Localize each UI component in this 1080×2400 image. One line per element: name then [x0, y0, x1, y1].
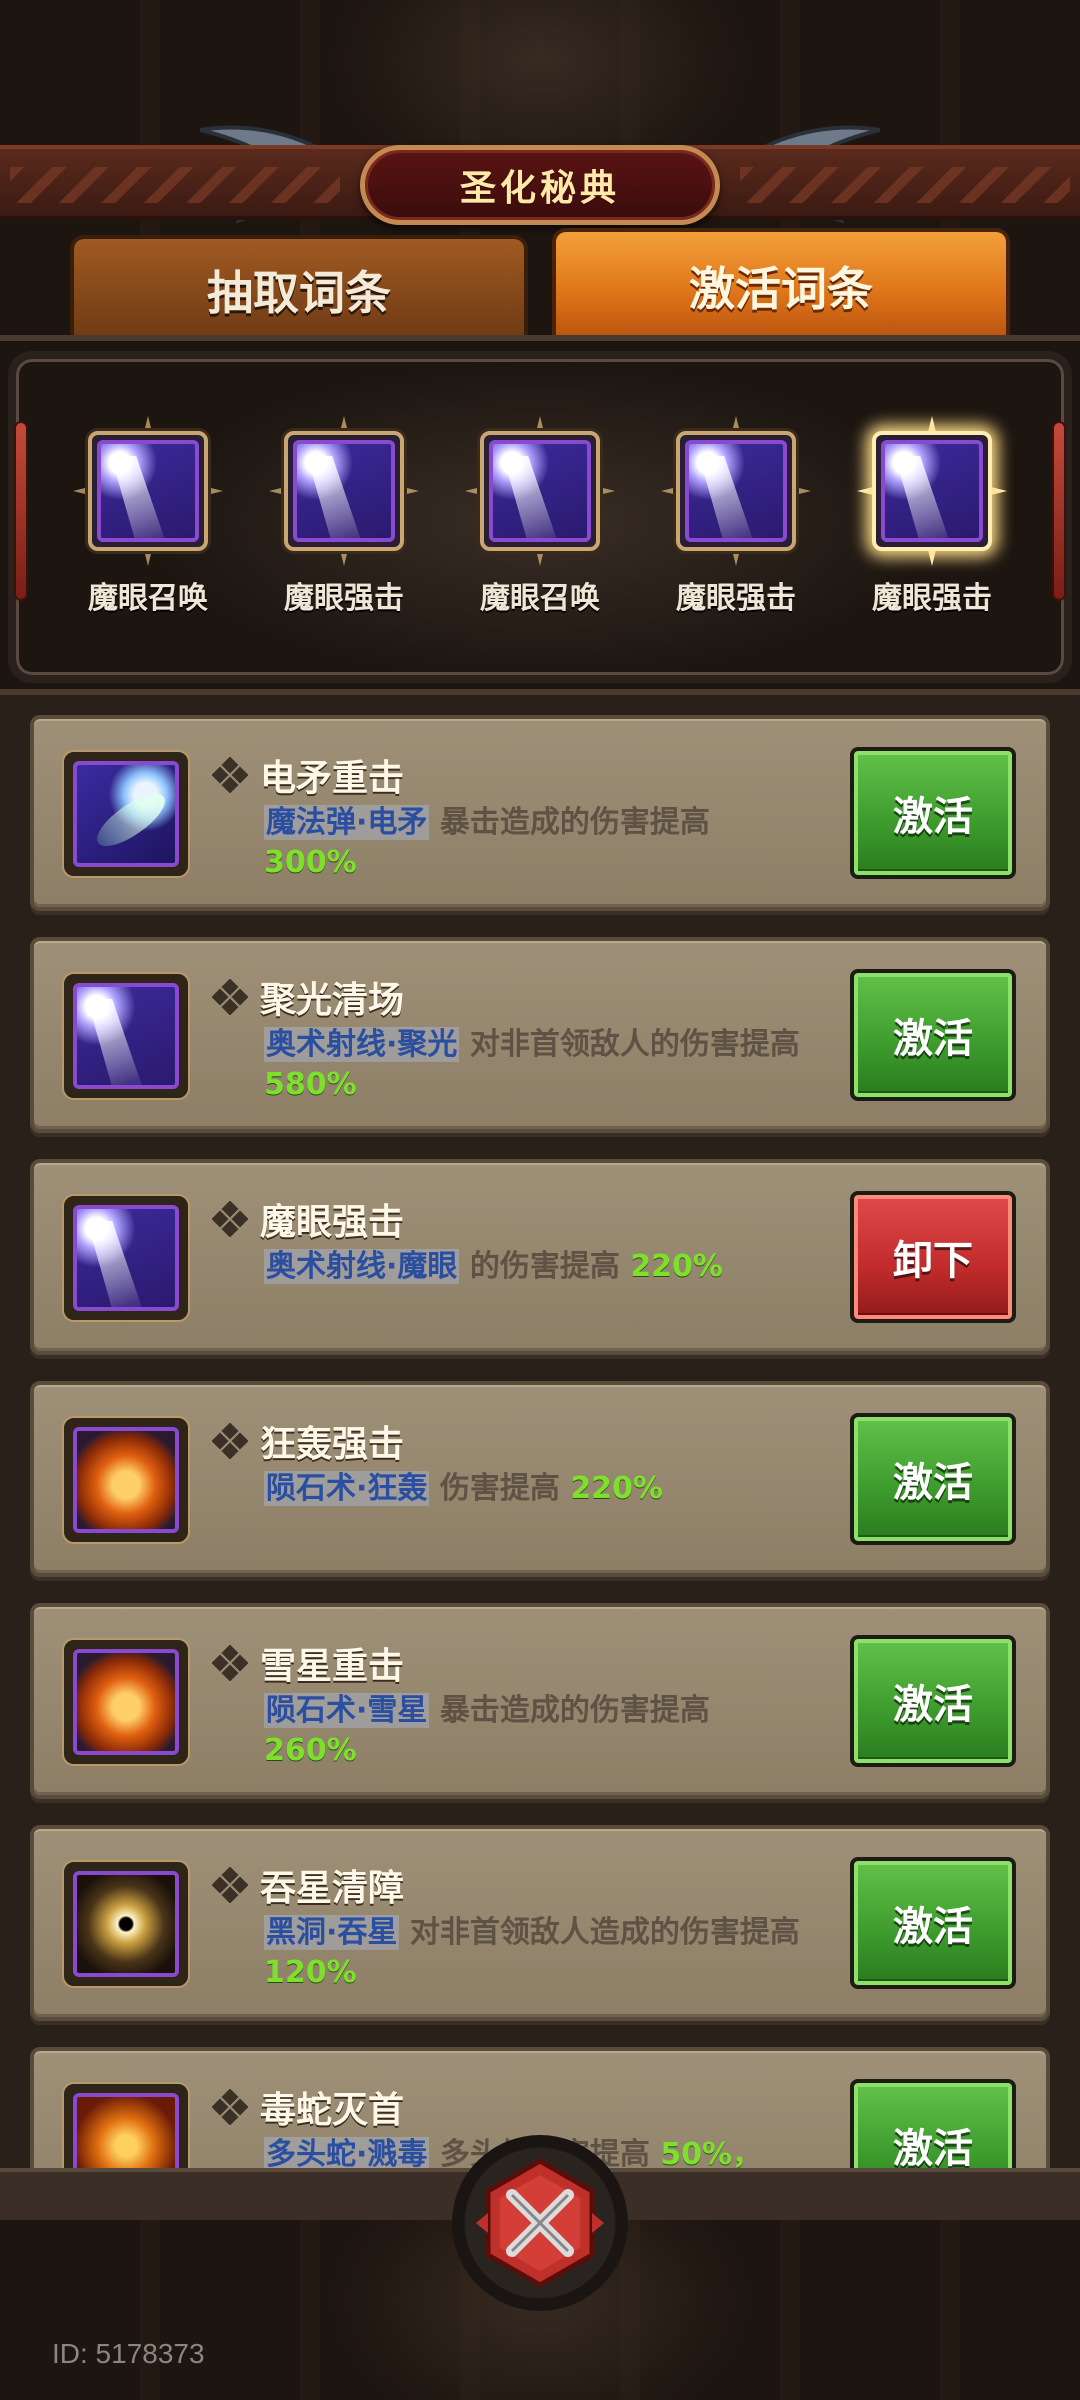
activate-button[interactable]: 激活: [850, 1635, 1016, 1767]
affix-title: 电矛重击: [260, 758, 405, 799]
affix-effect: 对非首领敌人的伤害提高: [469, 1027, 800, 1062]
beam-icon: [293, 440, 395, 542]
affix-value: 300%: [264, 845, 357, 880]
panel-right-ornament: [1052, 421, 1066, 601]
affix-title: 狂轰强击: [260, 1424, 405, 1465]
diamond-bullet-icon: [212, 757, 248, 793]
beam-icon: [881, 440, 983, 542]
slot-label: 魔眼强击: [676, 581, 796, 616]
diamond-bullet-icon: [212, 2089, 248, 2125]
affix-description: 奥术射线·聚光 对非首领敌人的伤害提高 580%: [264, 1025, 844, 1105]
affix-card: 狂轰强击 陨石术·狂轰 伤害提高 220% 激活: [30, 1381, 1050, 1577]
beam-icon: [489, 440, 591, 542]
activate-button[interactable]: 激活: [850, 2079, 1016, 2170]
affix-description: 魔法弹·电矛 暴击造成的伤害提高 300%: [264, 803, 844, 883]
panel-left-ornament: [14, 421, 28, 601]
affix-skill: 多头蛇·溅毒: [264, 2137, 430, 2170]
affix-description: 奥术射线·魔眼 的伤害提高 220%: [264, 1247, 844, 1287]
affix-skill: 奥术射线·聚光: [264, 1027, 460, 1062]
beam-icon: [97, 440, 199, 542]
close-button[interactable]: [452, 2135, 628, 2311]
affix-skill: 奥术射线·魔眼: [264, 1249, 460, 1284]
diamond-bullet-icon: [212, 1423, 248, 1459]
affix-card: 聚光清场 奥术射线·聚光 对非首领敌人的伤害提高 580% 激活: [30, 937, 1050, 1133]
title-plate: 圣化秘典: [360, 145, 720, 225]
diamond-bullet-icon: [212, 1645, 248, 1681]
affix-description: 陨石术·雪星 暴击造成的伤害提高 260%: [264, 1691, 844, 1771]
equipped-slot-3[interactable]: 魔眼召唤: [442, 421, 638, 617]
affix-effect: 对非首领敌人造成的伤害提高: [409, 1915, 800, 1950]
activate-button[interactable]: 激活: [850, 969, 1016, 1101]
slot-label: 魔眼召唤: [88, 581, 208, 616]
tab-activate-affix[interactable]: 激活词条: [552, 228, 1010, 340]
beam-icon: [73, 983, 179, 1089]
affix-skill: 黑洞·吞星: [264, 1915, 400, 1950]
bolt-icon: [73, 761, 179, 867]
affix-effect: 暴击造成的伤害提高: [439, 1693, 710, 1728]
affix-description: 陨石术·狂轰 伤害提高 220%: [264, 1469, 844, 1509]
affix-list[interactable]: 电矛重击 魔法弹·电矛 暴击造成的伤害提高 300% 激活 聚光清场 奥术射线·…: [0, 695, 1080, 2170]
affix-title: 聚光清场: [260, 980, 405, 1021]
affix-description: 黑洞·吞星 对非首领敌人造成的伤害提高 120%: [264, 1913, 844, 1993]
diamond-bullet-icon: [212, 979, 248, 1015]
close-icon: [476, 2158, 604, 2288]
user-id: ID: 5178373: [52, 2338, 205, 2369]
affix-value: 580%: [264, 1067, 357, 1102]
beam-icon: [685, 440, 787, 542]
affix-card: 吞星清障 黑洞·吞星 对非首领敌人造成的伤害提高 120% 激活: [30, 1825, 1050, 2021]
affix-skill: 陨石术·狂轰: [264, 1471, 430, 1506]
unequip-button[interactable]: 卸下: [850, 1191, 1016, 1323]
slot-label: 魔眼强击: [284, 581, 404, 616]
page-title: 圣化秘典: [459, 168, 620, 209]
blackhole-icon: [73, 1871, 179, 1977]
affix-title: 毒蛇灭首: [260, 2090, 405, 2131]
activate-button[interactable]: 激活: [850, 1857, 1016, 1989]
affix-effect: 伤害提高: [439, 1471, 560, 1506]
equipped-slots: 魔眼召唤 魔眼强击 魔眼召唤 魔眼强击 魔眼强击: [50, 421, 1030, 617]
affix-card: 魔眼强击 奥术射线·魔眼 的伤害提高 220% 卸下: [30, 1159, 1050, 1355]
affix-skill: 魔法弹·电矛: [264, 805, 430, 840]
affix-title: 雪星重击: [260, 1646, 405, 1687]
affix-card: 电矛重击 魔法弹·电矛 暴击造成的伤害提高 300% 激活: [30, 715, 1050, 911]
equipped-affix-panel: 魔眼召唤 魔眼强击 魔眼召唤 魔眼强击 魔眼强击: [0, 335, 1080, 695]
affix-value: 220%: [630, 1249, 723, 1284]
meteor-icon: [73, 1649, 179, 1755]
beam-icon: [73, 1205, 179, 1311]
affix-title: 吞星清障: [260, 1868, 405, 1909]
affix-title: 魔眼强击: [260, 1202, 405, 1243]
affix-card: 雪星重击 陨石术·雪星 暴击造成的伤害提高 260% 激活: [30, 1603, 1050, 1799]
equipped-slot-5[interactable]: 魔眼强击: [834, 421, 1030, 617]
affix-value: 260%: [264, 1733, 357, 1768]
activate-button[interactable]: 激活: [850, 747, 1016, 879]
meteor-icon: [73, 1427, 179, 1533]
diamond-bullet-icon: [212, 1867, 248, 1903]
affix-skill: 陨石术·雪星: [264, 1693, 430, 1728]
activate-button[interactable]: 激活: [850, 1413, 1016, 1545]
affix-value: 120%: [264, 1955, 357, 1990]
slot-label: 魔眼强击: [872, 581, 992, 616]
affix-effect: 暴击造成的伤害提高: [439, 805, 710, 840]
affix-value: 220%: [570, 1471, 663, 1506]
equipped-slot-2[interactable]: 魔眼强击: [246, 421, 442, 617]
affix-value: 50%，: [660, 2137, 763, 2170]
tab-draw-affix[interactable]: 抽取词条: [70, 235, 528, 340]
equipped-slot-4[interactable]: 魔眼强击: [638, 421, 834, 617]
slot-label: 魔眼召唤: [480, 581, 600, 616]
diamond-bullet-icon: [212, 1201, 248, 1237]
affix-effect: 的伤害提高: [469, 1249, 620, 1284]
hydra-icon: [73, 2093, 179, 2170]
equipped-slot-1[interactable]: 魔眼召唤: [50, 421, 246, 617]
